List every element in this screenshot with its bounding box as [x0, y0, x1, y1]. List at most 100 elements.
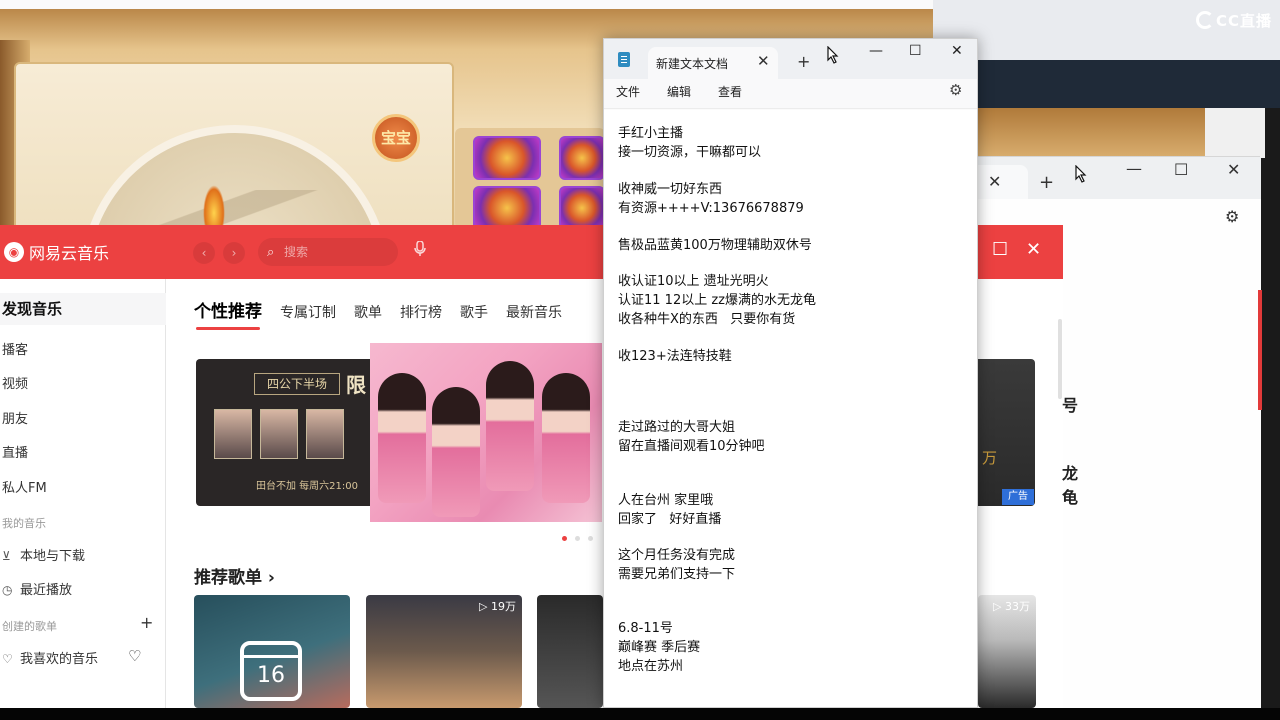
playlist-card[interactable]: ▷ 33万: [978, 595, 1036, 708]
game-top-strip: [0, 0, 933, 9]
sidebar-item-friends[interactable]: 朋友: [2, 408, 28, 427]
sidebar-item-live[interactable]: 直播: [2, 442, 28, 461]
pagination-dot[interactable]: [588, 536, 593, 541]
game-medal[interactable]: 宝宝: [372, 114, 420, 162]
tab-charts[interactable]: 排行榜: [400, 302, 442, 322]
text-line: 留在直播间观看10分钟吧: [618, 439, 765, 454]
recommended-playlists-title[interactable]: 推荐歌单 ›: [194, 563, 275, 588]
mouse-cursor-icon: [827, 46, 839, 64]
cc-logo-icon: [1196, 11, 1214, 29]
banner-figure: [486, 361, 534, 491]
game-item-slot[interactable]: [473, 186, 541, 225]
pagination-dot[interactable]: [562, 536, 567, 541]
notepad-app-icon: [618, 52, 630, 67]
text-line: 收认证10以上 遗址光明火: [618, 274, 769, 289]
menu-file[interactable]: 文件: [616, 83, 640, 100]
text-line: 需要兄弟们支持一下: [618, 567, 736, 582]
banner-right-text: 万: [982, 449, 998, 467]
menu-view[interactable]: 查看: [718, 83, 742, 100]
add-playlist-button[interactable]: +: [140, 613, 153, 632]
game-flame: [203, 185, 225, 225]
clock-icon: ◷: [2, 583, 13, 597]
game-item-slot[interactable]: [559, 186, 605, 225]
minimize-icon[interactable]: —: [1126, 159, 1142, 178]
tab-title: 新建文本文档: [656, 57, 729, 71]
heartbeat-mode-icon[interactable]: ♡: [128, 647, 141, 665]
gear-icon[interactable]: ⚙: [949, 81, 962, 99]
heart-icon: ♡: [2, 652, 13, 666]
pagination-dot[interactable]: [575, 536, 580, 541]
text-line: 收各种牛X的东西 只要你有货: [618, 312, 796, 327]
notepad-tab[interactable]: 新建文本文档 ✕: [648, 47, 778, 79]
sidebar-item-discover[interactable]: 发现音乐: [0, 293, 166, 325]
text-line: 6.8-11号: [618, 621, 673, 636]
sidebar-item-video[interactable]: 视频: [2, 373, 28, 392]
voice-search-icon[interactable]: [414, 240, 426, 261]
text-line: 巅峰赛 季后赛: [618, 640, 701, 655]
minimize-icon[interactable]: —: [869, 43, 883, 59]
close-icon[interactable]: ✕: [951, 43, 963, 59]
text-line: 地点在苏州: [618, 659, 684, 674]
playlist-card[interactable]: 16: [194, 595, 350, 708]
maximize-icon[interactable]: ☐: [1174, 160, 1188, 179]
forward-button[interactable]: ›: [223, 242, 245, 264]
game-item-slot[interactable]: [559, 136, 605, 180]
add-tab-icon[interactable]: +: [797, 52, 810, 71]
secondary-scroll-indicator: [1258, 290, 1262, 410]
sidebar-item-fm[interactable]: 私人FM: [2, 477, 47, 496]
banner-headline: 限: [346, 373, 366, 397]
background-dark-strip: [975, 60, 1280, 108]
overflow-text: 号: [1062, 396, 1079, 415]
text-line: 这个月任务没有完成: [618, 548, 736, 563]
banner-portrait: [260, 409, 298, 459]
my-music-heading: 我的音乐: [2, 517, 46, 530]
text-line: 收123+法连特技鞋: [618, 349, 732, 364]
game-item-panel: [455, 128, 605, 225]
sidebar-item-liked[interactable]: ♡ 我喜欢的音乐: [2, 648, 98, 667]
notepad-menubar: [604, 79, 977, 109]
game-item-slot[interactable]: [473, 136, 541, 180]
playlist-card[interactable]: ▷ 19万: [366, 595, 522, 708]
menu-edit[interactable]: 编辑: [667, 83, 691, 100]
stream-watermark: CC直播: [1196, 10, 1272, 31]
text-line: 售极品蓝黄100万物理辅助双休号: [618, 238, 812, 253]
close-icon[interactable]: ✕: [988, 172, 1001, 191]
banner-main[interactable]: [370, 343, 602, 522]
notepad2-tab[interactable]: [976, 165, 1028, 199]
banner-portrait: [214, 409, 252, 459]
add-tab-icon[interactable]: +: [1039, 172, 1054, 193]
search-input[interactable]: ⌕ 搜索: [258, 238, 398, 266]
background-light-strip: [1205, 108, 1265, 158]
close-icon[interactable]: ✕: [1026, 239, 1041, 260]
tab-new-music[interactable]: 最新音乐: [506, 302, 562, 322]
music-scrollbar[interactable]: [1058, 319, 1062, 399]
music-logo[interactable]: ◉ 网易云音乐: [4, 240, 109, 264]
game-mountains: [130, 190, 330, 225]
banner-footer: 田台不加 每周六21:00: [256, 481, 358, 492]
banner-left[interactable]: 四公下半场 限 田台不加 每周六21:00: [196, 359, 376, 506]
notepad-text-area[interactable]: 手红小主播 接一切资源，干嘛都可以 收神威一切好东西 有资源++++V:1367…: [604, 110, 977, 707]
tab-custom[interactable]: 专属订制: [280, 302, 336, 322]
text-line: 人在台州 家里哦: [618, 493, 714, 508]
banner-figure: [432, 387, 480, 517]
tab-playlists[interactable]: 歌单: [354, 302, 382, 322]
playlist-card[interactable]: [537, 595, 603, 708]
search-placeholder: 搜索: [284, 245, 309, 259]
calendar-icon: 16: [240, 641, 302, 701]
sidebar-item-recent[interactable]: ◷ 最近播放: [2, 579, 72, 598]
close-icon[interactable]: ✕: [1227, 160, 1240, 179]
tab-recommend[interactable]: 个性推荐: [194, 297, 262, 330]
maximize-icon[interactable]: ☐: [992, 239, 1008, 260]
search-icon: ⌕: [267, 245, 275, 260]
text-line: 走过路过的大哥大姐: [618, 420, 736, 435]
background-game-strip: [975, 108, 1205, 158]
sidebar-item-podcast[interactable]: 播客: [2, 339, 28, 358]
close-tab-icon[interactable]: ✕: [757, 52, 770, 70]
sidebar-item-local-download[interactable]: ⊻ 本地与下载: [2, 545, 85, 564]
gear-icon[interactable]: ⚙: [1225, 207, 1239, 226]
tab-artists[interactable]: 歌手: [460, 302, 488, 322]
banner-right[interactable]: 万 广告: [978, 359, 1035, 506]
maximize-icon[interactable]: ☐: [909, 43, 922, 59]
app-name: 网易云音乐: [29, 244, 110, 263]
back-button[interactable]: ‹: [193, 242, 215, 264]
